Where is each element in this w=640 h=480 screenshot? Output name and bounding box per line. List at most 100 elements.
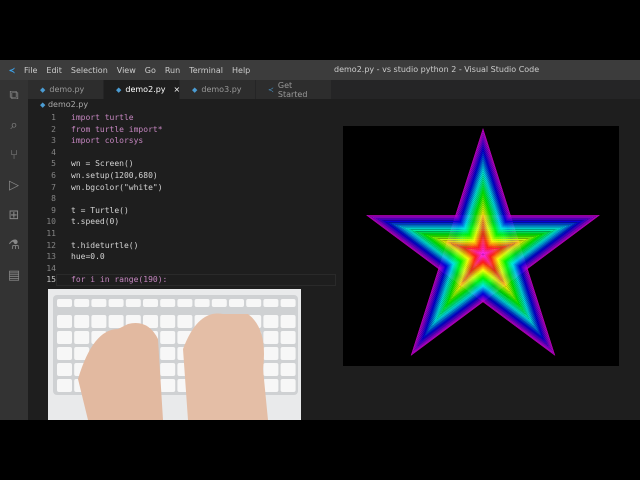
keyboard-key xyxy=(57,379,72,392)
keyboard-key xyxy=(280,299,296,307)
line-number: 14 xyxy=(46,263,56,273)
line-number: 11 xyxy=(46,228,56,238)
line-number: 7 xyxy=(51,182,56,192)
keyboard-key xyxy=(160,347,176,360)
menu-file[interactable]: File xyxy=(24,66,37,75)
run-debug-icon[interactable]: ▷ xyxy=(0,170,28,200)
python-file-icon: ◆ xyxy=(116,85,122,94)
keyboard-key xyxy=(280,347,296,360)
source-control-icon[interactable]: ⑂ xyxy=(0,140,28,170)
keyboard-hands-illustration xyxy=(53,295,298,420)
keyboard-key xyxy=(108,299,124,307)
activity-bar: ⧉ ⌕ ⑂ ▷ ⊞ ⚗ ▤ xyxy=(0,80,28,420)
keyboard-key xyxy=(263,331,279,344)
keyboard-key xyxy=(160,299,176,307)
explorer-icon[interactable]: ⧉ xyxy=(0,80,28,110)
menu-go[interactable]: Go xyxy=(145,66,156,75)
menu-view[interactable]: View xyxy=(117,66,136,75)
keyboard-key xyxy=(160,315,176,328)
tab-demo2-py[interactable]: ◆ demo2.py × xyxy=(104,80,180,99)
keyboard-key xyxy=(57,347,72,360)
code-line: 12 t.hideturtle() xyxy=(28,240,167,252)
code-text: wn.bgcolor("white") xyxy=(71,182,163,192)
keyboard-key xyxy=(246,299,262,307)
menu-terminal[interactable]: Terminal xyxy=(189,66,223,75)
keyboard-key xyxy=(57,331,72,344)
keyboard-key xyxy=(74,299,90,307)
code-text: wn = Screen() xyxy=(71,159,134,169)
code-line: 15 for i in range(190): xyxy=(28,274,167,286)
menu-selection[interactable]: Selection xyxy=(71,66,108,75)
keyboard-typing-image xyxy=(48,289,301,420)
breadcrumb[interactable]: ◆ demo2.py xyxy=(40,100,88,109)
keyboard-key xyxy=(280,315,296,328)
line-number: 9 xyxy=(51,205,56,215)
tab-demo-py[interactable]: ◆ demo.py xyxy=(28,80,103,99)
editor-tabs: ◆ demo.py ◆ demo2.py × ◆ demo3.py ≺ Get Started xyxy=(28,80,640,99)
code-line: 4 xyxy=(28,147,167,159)
keyboard-key xyxy=(280,379,296,392)
keyboard-key xyxy=(57,299,72,307)
extensions-icon[interactable]: ⊞ xyxy=(0,200,28,230)
turtle-graphics-window xyxy=(343,126,619,366)
code-text: t.speed(0) xyxy=(71,217,120,227)
code-text: wn.setup(1200,680) xyxy=(71,170,158,180)
line-number: 15 xyxy=(46,275,56,285)
keyboard-key xyxy=(211,299,227,307)
menu-bar: ≺ File Edit Selection View Go Run Terminal Help… xyxy=(0,60,640,80)
keyboard-key xyxy=(280,331,296,344)
keyboard-key xyxy=(280,363,296,376)
menu-run[interactable]: Run xyxy=(165,66,180,75)
keyboard-key xyxy=(160,379,176,392)
line-number: 2 xyxy=(51,124,56,134)
code-line: 14 xyxy=(28,263,167,275)
keyboard-key xyxy=(263,379,279,392)
code-line: 7 wn.bgcolor("white") xyxy=(28,182,167,194)
code-editor[interactable]: 1 import turtle 2 from turtle import* 3 impor… xyxy=(28,112,167,286)
keyboard-key xyxy=(74,315,90,328)
keyboard-key xyxy=(143,299,158,307)
code-line: 6 wn.setup(1200,680) xyxy=(28,170,167,182)
code-line: 9 t = Turtle() xyxy=(28,205,167,217)
code-line: 8 xyxy=(28,193,167,205)
line-number: 6 xyxy=(51,170,56,180)
code-text: for i in range(190): xyxy=(71,275,168,285)
line-number: 13 xyxy=(46,252,56,262)
code-text: from turtle import* xyxy=(71,124,163,134)
code-line: 10 t.speed(0) xyxy=(28,216,167,228)
notebook-icon[interactable]: ▤ xyxy=(0,260,28,290)
tab-get-started[interactable]: ≺ Get Started xyxy=(256,80,331,99)
tab-demo3-py[interactable]: ◆ demo3.py xyxy=(180,80,255,99)
menu-help[interactable]: Help xyxy=(232,66,250,75)
keyboard-key xyxy=(57,363,72,376)
code-line: 2 from turtle import* xyxy=(28,124,167,136)
code-line: 5 wn = Screen() xyxy=(28,158,167,170)
code-text: hue=0.0 xyxy=(71,252,105,262)
keyboard-key xyxy=(57,315,72,328)
line-number: 1 xyxy=(51,113,56,122)
line-number: 12 xyxy=(46,240,56,250)
python-file-icon: ◆ xyxy=(40,85,46,94)
keyboard-key xyxy=(74,331,90,344)
line-number: 3 xyxy=(51,136,56,146)
code-line: 3 import colorsys xyxy=(28,135,167,147)
menu-edit[interactable]: Edit xyxy=(46,66,62,75)
keyboard-key xyxy=(263,315,279,328)
testing-icon[interactable]: ⚗ xyxy=(0,230,28,260)
keyboard-key xyxy=(263,347,279,360)
line-number: 5 xyxy=(51,159,56,169)
search-icon[interactable]: ⌕ xyxy=(0,110,28,140)
code-line: 13 hue=0.0 xyxy=(28,251,167,263)
keyboard-key xyxy=(91,299,107,307)
keyboard-key xyxy=(108,315,124,328)
code-line: 11 xyxy=(28,228,167,240)
keyboard-key xyxy=(263,363,279,376)
python-file-icon: ◆ xyxy=(192,85,198,94)
vscode-logo-icon: ≺ xyxy=(8,65,16,75)
keyboard-key xyxy=(160,331,176,344)
keyboard-key xyxy=(194,299,210,307)
keyboard-key xyxy=(91,315,107,328)
